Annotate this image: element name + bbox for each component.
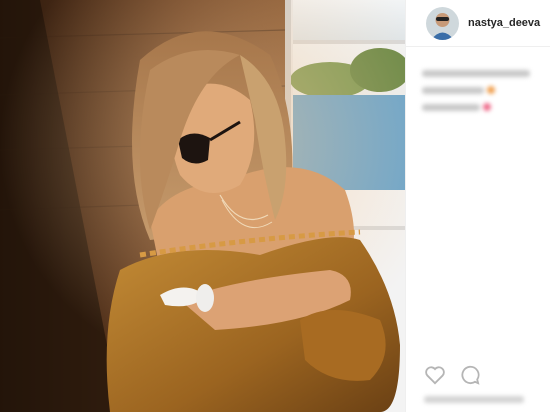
post-sidebar: nastya_deeva — [405, 0, 550, 412]
emoji-icon — [487, 86, 495, 94]
avatar-image — [426, 6, 459, 40]
heart-icon[interactable] — [424, 365, 446, 385]
comment-blurred — [422, 103, 550, 111]
comments-list — [406, 47, 550, 111]
post-photo-image — [0, 0, 405, 412]
comment-icon[interactable] — [459, 365, 480, 385]
author-username[interactable]: nastya_deeva — [468, 17, 540, 29]
post-actions — [424, 365, 480, 385]
heart-emoji-icon — [483, 103, 491, 111]
post-header: nastya_deeva — [406, 0, 550, 47]
likes-count-blurred — [424, 396, 524, 403]
comment-blurred — [422, 69, 550, 77]
post-photo[interactable] — [0, 0, 405, 412]
comment-blurred — [422, 86, 550, 94]
profile-avatar[interactable] — [426, 6, 459, 40]
instagram-post: nastya_deeva — [0, 0, 550, 412]
